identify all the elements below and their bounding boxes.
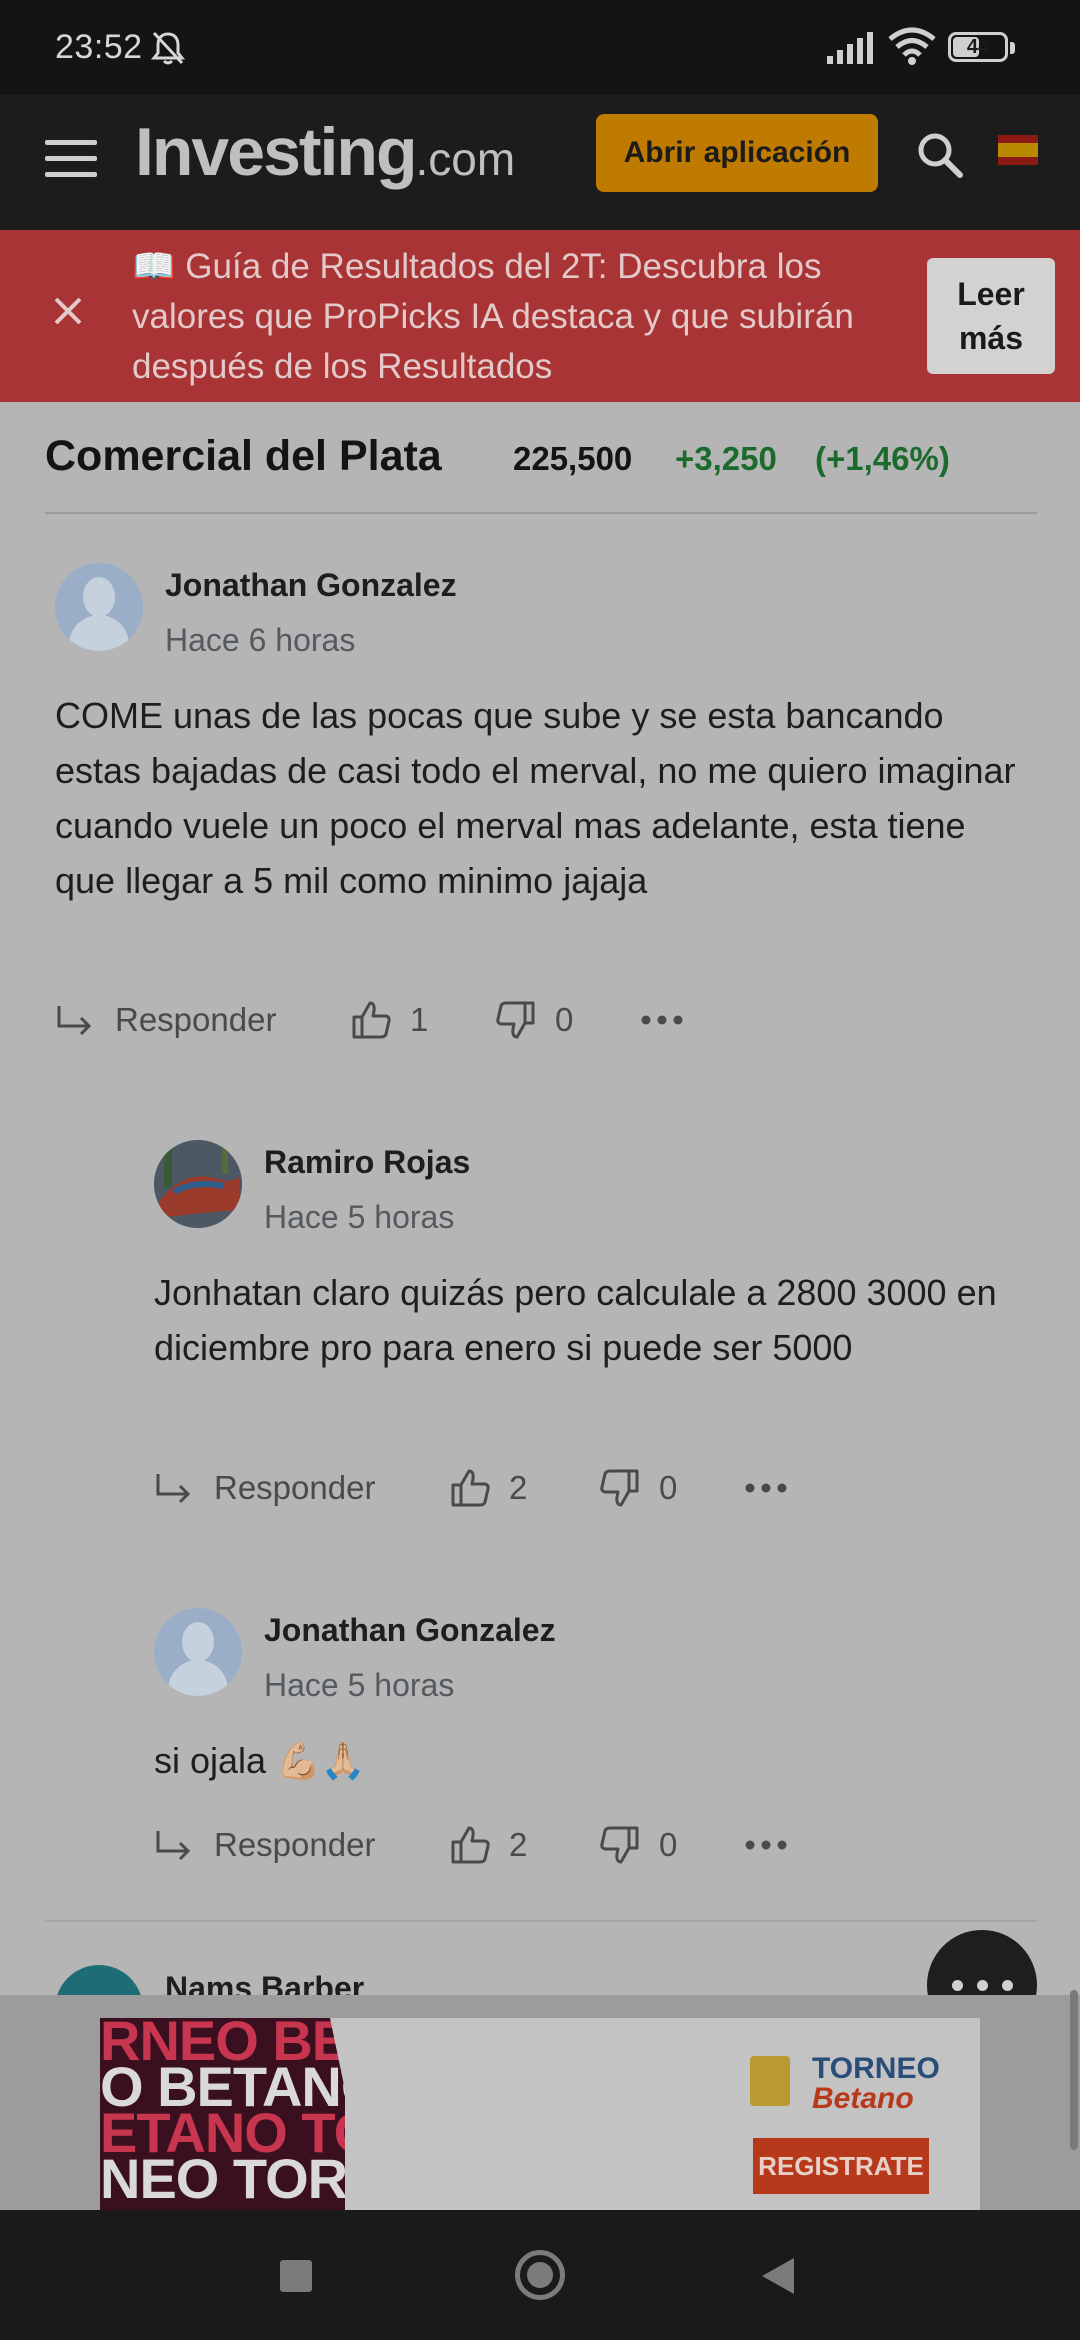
scrollbar[interactable] [1070, 1990, 1078, 2150]
like-button[interactable]: 2 [449, 1463, 527, 1513]
comment-text: si ojala 💪🏼🙏🏼 [154, 1740, 366, 1781]
like-button[interactable]: 1 [350, 995, 428, 1045]
thumbs-down-icon [496, 1001, 535, 1039]
like-count: 2 [509, 1469, 528, 1506]
close-icon[interactable] [50, 293, 86, 329]
comment-actions: Responder 1 0 [55, 995, 755, 1045]
ad-brand: TORNEO Betano [812, 2054, 940, 2114]
divider [45, 1920, 1037, 1922]
banner-text[interactable]: 📖 Guía de Resultados del 2T: Descubra lo… [132, 242, 892, 392]
reply-label: Responder [214, 1826, 376, 1863]
comment-time: Hace 5 horas [264, 1667, 455, 1703]
reply-icon [156, 1831, 191, 1861]
status-time: 23:52 [55, 28, 143, 66]
dislike-button[interactable]: 0 [599, 1463, 677, 1513]
dislike-count: 0 [659, 1469, 678, 1506]
comment-text: Jonhatan claro quizás pero calculale a 2… [154, 1272, 997, 1368]
stock-summary: Comercial del Plata 225,500 +3,250 (+1,4… [0, 402, 1080, 514]
thumbs-up-icon [451, 1826, 490, 1864]
back-icon[interactable] [762, 2258, 794, 2294]
stock-change-pct: (+1,46%) [815, 440, 950, 477]
recent-apps-icon[interactable] [280, 2260, 312, 2292]
ad-art-line: NEO TORN [100, 2147, 345, 2210]
more-options-icon[interactable] [640, 995, 684, 1045]
more-options-icon[interactable] [744, 1463, 788, 1513]
logo-suffix: .com [415, 133, 516, 185]
spain-flag-icon[interactable] [998, 135, 1038, 165]
ad-artwork: RNEO BETAN O BETANO ETANO TOR NEO TORN [100, 2018, 345, 2210]
battery-level: 44 [966, 36, 990, 58]
bell-off-icon [150, 31, 186, 65]
home-icon[interactable] [515, 2250, 565, 2300]
avatar[interactable] [154, 1608, 242, 1696]
thumbs-up-icon [451, 1469, 490, 1507]
battery-icon: 44 [948, 32, 1015, 62]
betano-ad[interactable]: RNEO BETAN O BETANO ETANO TOR NEO TORN T… [100, 2018, 980, 2210]
app-header: Investing.com Abrir aplicación [0, 95, 1080, 230]
reply-icon [57, 1006, 92, 1036]
avatar[interactable] [154, 1140, 242, 1228]
stock-name: Comercial del Plata [45, 432, 442, 480]
thumbs-down-icon [600, 1469, 639, 1507]
dislike-count: 0 [555, 1001, 574, 1038]
logo-main: Investing [135, 114, 417, 190]
signal-icon [827, 32, 873, 64]
search-icon[interactable] [915, 130, 965, 180]
comment-time: Hace 5 horas [264, 1199, 455, 1235]
ad-divider-shape [330, 2018, 370, 2210]
comment-author[interactable]: Ramiro Rojas [264, 1144, 470, 1181]
like-count: 1 [410, 1001, 429, 1038]
open-app-button[interactable]: Abrir aplicación [596, 114, 878, 192]
avatar[interactable] [55, 563, 143, 651]
reply-label: Responder [115, 1001, 277, 1038]
reply-icon [156, 1474, 191, 1504]
comment-actions: Responder 2 0 [154, 1820, 854, 1870]
divider [45, 512, 1037, 514]
ad-banner: RNEO BETAN O BETANO ETANO TOR NEO TORN T… [0, 1995, 1080, 2210]
stock-price: 225,500 [513, 440, 633, 477]
dislike-button[interactable]: 0 [599, 1820, 677, 1870]
stock-change: +3,250 [675, 440, 777, 477]
dislike-button[interactable]: 0 [495, 995, 573, 1045]
register-button[interactable]: REGISTRATE [753, 2138, 929, 2194]
reply-button[interactable]: Responder [154, 1463, 375, 1513]
thumbs-down-icon [600, 1826, 639, 1864]
promo-banner: 📖 Guía de Resultados del 2T: Descubra lo… [0, 230, 1080, 402]
like-button[interactable]: 2 [449, 1820, 527, 1870]
read-more-button[interactable]: Leer más [927, 258, 1055, 374]
reply-button[interactable]: Responder [154, 1820, 375, 1870]
reply-label: Responder [214, 1469, 376, 1506]
ad-brand-line2: Betano [812, 2082, 914, 2115]
dislike-count: 0 [659, 1826, 678, 1863]
menu-icon[interactable] [45, 140, 97, 180]
lpf-logo-icon [750, 2056, 790, 2106]
more-options-icon[interactable] [744, 1820, 788, 1870]
comment-text: COME unas de las pocas que sube y se est… [55, 695, 1016, 901]
thumbs-up-icon [352, 1001, 391, 1039]
comment-time: Hace 6 horas [165, 622, 356, 658]
comment-author[interactable]: Jonathan Gonzalez [264, 1612, 556, 1649]
ad-brand-line1: TORNEO [812, 2052, 940, 2085]
reply-button[interactable]: Responder [55, 995, 276, 1045]
system-nav-bar [0, 2210, 1080, 2340]
status-bar: 23:52 44 [0, 0, 1080, 95]
like-count: 2 [509, 1826, 528, 1863]
investing-logo[interactable]: Investing.com [135, 113, 515, 191]
comment-actions: Responder 2 0 [154, 1463, 854, 1513]
comment-author[interactable]: Jonathan Gonzalez [165, 567, 457, 604]
wifi-icon [888, 27, 936, 65]
